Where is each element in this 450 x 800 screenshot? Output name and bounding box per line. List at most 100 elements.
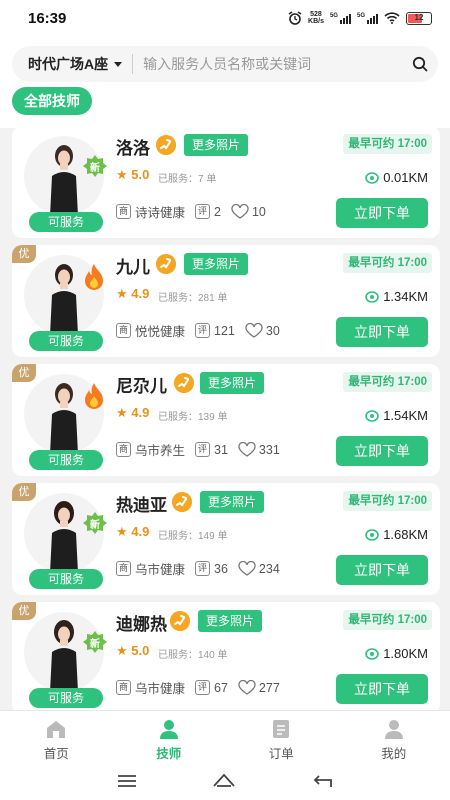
service-status-button[interactable]: 可服务: [29, 569, 103, 589]
shop-meta: 商 悦悦健康 评 121 30: [116, 321, 280, 340]
order-icon: [273, 720, 290, 738]
distance: 1.80KM: [365, 646, 428, 661]
technician-name: 九儿: [116, 258, 150, 277]
more-photos-button[interactable]: 更多照片: [200, 491, 265, 513]
filter-all-technicians[interactable]: 全部技师: [12, 87, 92, 115]
like-count: 331: [258, 442, 280, 457]
home-nav-icon[interactable]: [212, 773, 236, 789]
location-label: 时代广场A座: [28, 56, 109, 72]
search-bar: 时代广场A座: [12, 46, 438, 82]
service-status-button[interactable]: 可服务: [29, 450, 103, 470]
running-icon: [156, 135, 176, 155]
premium-badge: 优: [12, 245, 36, 263]
rating: ★ 4.9: [116, 524, 150, 539]
tab-orders[interactable]: 订单: [225, 711, 338, 768]
battery-icon: 12: [406, 11, 432, 25]
earliest-time: 最早可约 17:00: [343, 372, 432, 392]
home-icon: [47, 721, 66, 738]
more-photos-button[interactable]: 更多照片: [198, 610, 263, 632]
shop-name: 乌市健康: [135, 682, 186, 696]
signal-icon: 5G: [330, 13, 351, 24]
new-badge-icon: 新: [83, 155, 107, 177]
technician-card[interactable]: 优 可服务 九儿 更多照片 最早可约 17:00 ★ 4.9 已服务：281 单…: [12, 245, 440, 357]
order-now-button[interactable]: 立即下单: [336, 674, 428, 704]
service-status-button[interactable]: 可服务: [29, 331, 103, 351]
shop-icon: 商: [116, 561, 131, 576]
served-count: 已服务：7 单: [158, 174, 217, 185]
back-icon[interactable]: [311, 773, 333, 789]
bottom-tab-bar: 首页 技师 订单 我的: [0, 710, 450, 768]
location-pin-icon: [365, 409, 379, 422]
review-count: 67: [214, 680, 228, 695]
like-icon: [238, 680, 256, 695]
distance: 1.54KM: [365, 408, 428, 423]
more-photos-button[interactable]: 更多照片: [184, 253, 249, 275]
tab-profile[interactable]: 我的: [338, 711, 450, 768]
running-icon: [172, 492, 192, 512]
location-pin-icon: [365, 171, 379, 184]
technician-name: 迪娜热: [116, 615, 167, 634]
svg-text:新: 新: [90, 161, 100, 174]
shop-name: 乌市养生: [135, 444, 186, 458]
review-count: 2: [214, 204, 221, 219]
technician-card[interactable]: 新 可服务 洛洛 更多照片 最早可约 17:00 ★ 5.0 已服务：7 单 0…: [12, 126, 440, 238]
status-time: 16:39: [28, 9, 67, 27]
net-speed: 528 KB/s: [308, 11, 324, 25]
technician-name: 洛洛: [116, 139, 150, 158]
review-count: 36: [214, 561, 228, 576]
location-selector[interactable]: 时代广场A座: [12, 54, 134, 74]
like-count: 30: [265, 323, 280, 338]
premium-badge: 优: [12, 364, 36, 382]
like-count: 234: [258, 561, 280, 576]
review-icon: 评: [195, 323, 211, 338]
order-now-button[interactable]: 立即下单: [336, 317, 428, 347]
service-status-button[interactable]: 可服务: [29, 212, 103, 232]
order-now-button[interactable]: 立即下单: [336, 555, 428, 585]
location-pin-icon: [365, 290, 379, 303]
alarm-icon: [288, 11, 302, 25]
profile-icon: [384, 720, 403, 739]
like-count: 277: [258, 680, 280, 695]
status-icons: 528 KB/s 5G 5G 12: [288, 11, 432, 25]
technician-card[interactable]: 优 新 可服务 迪娜热 更多照片 最早可约 17:00 ★ 5.0 已服务：14…: [12, 602, 440, 714]
technician-card[interactable]: 优 可服务 尼尕儿 更多照片 最早可约 17:00 ★ 4.9 已服务：139 …: [12, 364, 440, 476]
service-status-button[interactable]: 可服务: [29, 688, 103, 708]
tab-home[interactable]: 首页: [0, 711, 113, 768]
rating: ★ 4.9: [116, 405, 150, 420]
order-now-button[interactable]: 立即下单: [336, 436, 428, 466]
technician-card[interactable]: 优 新 可服务 热迪亚 更多照片 最早可约 17:00 ★ 4.9 已服务：14…: [12, 483, 440, 595]
technician-name: 热迪亚: [116, 496, 167, 515]
search-button[interactable]: [402, 46, 438, 82]
shop-meta: 商 诗诗健康 评 2 10: [116, 202, 266, 221]
running-icon: [156, 254, 176, 274]
shop-name: 诗诗健康: [135, 206, 186, 220]
review-icon: 评: [195, 680, 211, 695]
more-photos-button[interactable]: 更多照片: [184, 134, 249, 156]
like-icon: [231, 204, 249, 219]
svg-text:新: 新: [90, 518, 100, 531]
earliest-time: 最早可约 17:00: [343, 253, 432, 273]
review-count: 121: [214, 323, 235, 338]
review-icon: 评: [195, 204, 211, 219]
order-now-button[interactable]: 立即下单: [336, 198, 428, 228]
rating: ★ 5.0: [116, 167, 150, 182]
earliest-time: 最早可约 17:00: [343, 134, 432, 154]
location-pin-icon: [365, 647, 379, 660]
like-count: 10: [251, 204, 266, 219]
shop-icon: 商: [116, 204, 131, 219]
new-badge-icon: 新: [83, 512, 107, 534]
distance: 1.34KM: [365, 289, 428, 304]
tab-technician[interactable]: 技师: [113, 711, 226, 768]
served-count: 已服务：149 单: [158, 531, 228, 542]
hot-fire-icon: [85, 264, 103, 290]
technician-icon: [159, 720, 178, 739]
more-photos-button[interactable]: 更多照片: [200, 372, 265, 394]
status-bar: 16:39 528 KB/s 5G 5G 12: [0, 0, 450, 36]
menu-icon[interactable]: [117, 774, 137, 788]
like-icon: [238, 561, 256, 576]
review-icon: 评: [195, 442, 211, 457]
location-pin-icon: [365, 528, 379, 541]
technician-name: 尼尕儿: [116, 377, 167, 396]
search-input[interactable]: [133, 56, 402, 72]
review-count: 31: [214, 442, 228, 457]
